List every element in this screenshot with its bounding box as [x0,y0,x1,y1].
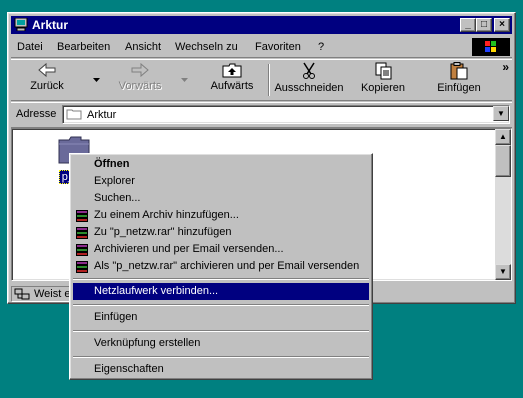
context-separator [73,330,369,332]
up-button[interactable]: Aufwärts [199,62,265,92]
back-dropdown-button[interactable] [91,78,101,82]
address-value: Arktur [87,109,117,121]
menu-bearbeiten[interactable]: Bearbeiten [57,41,110,53]
menu-wechseln-zu[interactable]: Wechseln zu [175,41,238,53]
cut-button[interactable]: Ausschneiden [273,62,345,94]
folder-up-icon [222,63,242,78]
winrar-icon [76,210,88,222]
scissors-icon [303,62,315,79]
context-item-add-to-rar[interactable]: Zu "p_netzw.rar" hinzufügen [73,224,369,241]
forward-arrow-icon [131,62,149,78]
context-item-label: Suchen... [94,192,141,204]
vertical-scrollbar[interactable]: ▲ ▼ [495,129,511,280]
copy-label: Kopieren [360,82,406,94]
status-text: Weist ei [34,288,73,300]
toolbar-more-chevron[interactable]: » [502,60,509,74]
context-item-properties[interactable]: Eigenschaften [73,361,369,378]
address-dropdown-button[interactable]: ▼ [493,106,509,121]
toolbar-separator [268,64,270,96]
scroll-down-button[interactable]: ▼ [495,264,511,280]
network-folder-icon [66,109,82,120]
context-item-label: Einfügen [94,311,138,323]
context-item-open[interactable]: Öffnen [73,156,369,173]
chevron-down-icon [180,78,188,82]
back-label: Zurück [30,80,64,92]
context-item-add-to-archive[interactable]: Zu einem Archiv hinzufügen... [73,207,369,224]
winrar-icon [76,244,88,256]
windows-logo-icon [472,38,510,56]
context-item-label: Als "p_netzw.rar" archivieren und per Em… [94,260,360,272]
forward-dropdown-button[interactable] [179,78,189,82]
menu-help[interactable]: ? [318,41,324,53]
up-label: Aufwärts [210,80,254,92]
winrar-icon [76,261,88,273]
paste-button[interactable]: Einfügen [429,62,489,94]
minimize-button[interactable]: _ [460,18,476,32]
context-item-label: Netzlaufwerk verbinden... [94,285,219,297]
cut-label: Ausschneiden [274,82,344,94]
network-drive-icon [14,288,30,300]
context-item-label: Explorer [94,175,135,187]
address-field[interactable]: Arktur ▼ [62,105,510,124]
copy-button[interactable]: Kopieren [353,62,413,94]
context-item-label: Verknüpfung erstellen [94,337,201,349]
context-item-archive-rar-email[interactable]: Als "p_netzw.rar" archivieren und per Em… [73,258,369,275]
chevron-down-icon [92,78,100,82]
context-item-archive-email[interactable]: Archivieren und per Email versenden... [73,241,369,258]
context-menu: Öffnen Explorer Suchen... Zu einem Archi… [69,153,373,380]
computer-icon [14,18,28,31]
paste-label: Einfügen [437,82,481,94]
context-item-label: Zu einem Archiv hinzufügen... [94,209,239,221]
scroll-up-button[interactable]: ▲ [495,129,511,145]
toolbar: Zurück Vorwärts Aufwärts Ausschneiden Ko… [11,59,512,101]
context-item-label: Zu "p_netzw.rar" hinzufügen [94,226,232,238]
context-item-label: Öffnen [94,158,130,170]
menu-datei[interactable]: Datei [17,41,43,53]
context-item-search[interactable]: Suchen... [73,190,369,207]
menu-favoriten[interactable]: Favoriten [255,41,301,53]
context-separator [73,304,369,306]
context-separator [73,356,369,358]
context-item-create-shortcut[interactable]: Verknüpfung erstellen [73,335,369,352]
context-separator [73,278,369,280]
back-arrow-icon [38,62,56,78]
context-item-map-network-drive[interactable]: Netzlaufwerk verbinden... [73,283,369,300]
context-item-label: Eigenschaften [94,363,164,375]
context-item-label: Archivieren und per Email versenden... [94,243,284,255]
maximize-button[interactable]: □ [476,18,492,32]
close-button[interactable]: × [494,18,510,32]
copy-icon [375,62,392,80]
scroll-thumb[interactable] [495,145,511,177]
forward-button[interactable]: Vorwärts [107,62,173,92]
title-bar[interactable]: Arktur _ □ × [11,16,512,34]
clipboard-icon [450,62,468,80]
menu-bar: Datei Bearbeiten Ansicht Wechseln zu Fav… [11,37,512,58]
address-bar: Adresse Arktur ▼ [11,102,512,128]
winrar-icon [76,227,88,239]
context-item-paste[interactable]: Einfügen [73,309,369,326]
context-item-explorer[interactable]: Explorer [73,173,369,190]
address-label: Adresse [16,108,57,120]
window-title: Arktur [32,18,69,32]
back-button[interactable]: Zurück [17,62,77,92]
menu-ansicht[interactable]: Ansicht [125,41,161,53]
forward-label: Vorwärts [118,80,162,92]
